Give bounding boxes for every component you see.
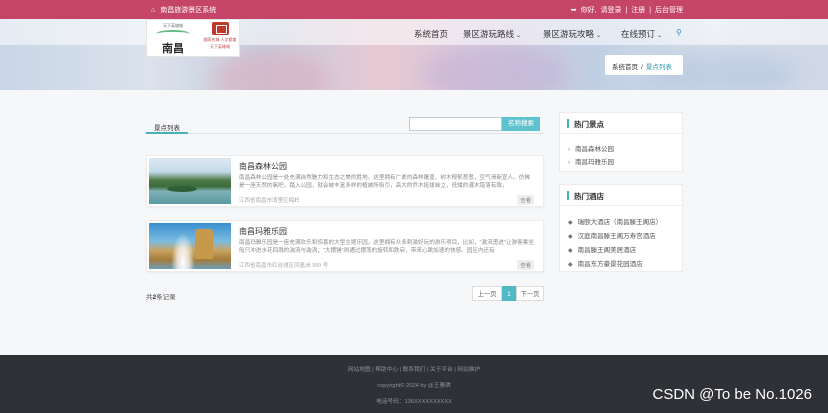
spot-address: 江西省南昌市湾里区梅岭 [239, 198, 300, 204]
mountain-icon [156, 30, 190, 38]
tab-spot-list[interactable]: 景点列表 [146, 115, 188, 134]
hotel-label: 南昌东方豪景花园酒店 [577, 261, 643, 268]
spot-title[interactable]: 南昌玛雅乐园 [239, 226, 287, 237]
chevron-down-icon: ⌄ [657, 33, 663, 39]
site-name: 南昌旅游景区系统 [160, 7, 217, 14]
spot-description: 南昌森林公园是一处充满自然魅力和生态之美的胜地。这里拥有广袤的森林覆盖，树木郁郁… [239, 175, 530, 189]
hot-hotels-panel: 热门酒店 ◆ 瑞颐大酒店（南昌滕王阁店） ◆ 汉庭南昌滕王阁万寿宫酒店 ◆ 南昌滕王阁… [559, 184, 684, 272]
hotel-label: 南昌滕王阁美居酒店 [577, 247, 637, 254]
hot-spot-link[interactable]: › 南昌玛雅乐园 [568, 156, 614, 166]
chevron-down-icon: ⌄ [596, 33, 602, 39]
spot-thumbnail[interactable] [149, 158, 231, 204]
hotel-link[interactable]: ◆ 瑞颐大酒店（南昌滕王阁店） [568, 216, 662, 226]
separator: | [625, 7, 628, 14]
home-icon: ⌂ [151, 7, 156, 14]
footer: 网站地图 | 帮助中心 | 联系我们 | 关于平台 | 网站维护 copyrig… [0, 355, 828, 413]
nav-item-booking[interactable]: 在线预订 ⌄ [621, 28, 662, 40]
nav-label: 景区游玩攻略 [543, 29, 595, 39]
hot-spot-label: 南昌森林公园 [575, 146, 614, 153]
spot-description: 南昌玛雅乐园是一座充满欢乐和惊喜的大型主题乐园。这里拥有众多刺激好玩的游乐项目，… [239, 240, 534, 254]
tag-icon: ◆ [568, 262, 573, 268]
footer-links[interactable]: 网站地图 | 帮助中心 | 联系我们 | 关于平台 | 网站维护 [0, 364, 828, 373]
tag-icon: ◆ [568, 234, 573, 240]
chevron-down-icon: ⌄ [516, 33, 522, 39]
list-tabs: 景点列表 名称搜索 [146, 115, 544, 134]
hot-hotels-header: 热门酒店 [560, 185, 684, 206]
tag-icon: ◆ [568, 220, 573, 226]
separator: | [649, 7, 652, 14]
prev-page-button[interactable]: 上一页 [472, 286, 502, 301]
site-logo[interactable]: 天下英雄城 南昌 國家名城 人文都會 天下英雄城 [146, 19, 240, 57]
spot-thumbnail[interactable] [149, 223, 231, 269]
hotel-label: 瑞颐大酒店（南昌滕王阁店） [577, 219, 663, 226]
top-bar: ⌂ 南昌旅游景区系统 ➥ 你好, 请登录 | 注册 | 后台管理 [0, 0, 828, 19]
panel-title: 热门景点 [574, 120, 604, 129]
logo-line3: 國家名城 人文都會 [203, 37, 237, 42]
hotel-label: 汉庭南昌滕王阁万寿宫酒店 [577, 233, 656, 240]
spot-address: 江西省南昌市红谷滩区凤凰洲 999 号 [239, 263, 329, 269]
nav-label: 在线预订 [621, 29, 656, 39]
statue-shape [195, 229, 213, 259]
greeting-text: 你好, [580, 7, 597, 14]
nav-item-home[interactable]: 系统首页 [414, 28, 448, 40]
user-icon: ➥ [570, 7, 577, 14]
count-suffix: 条记录 [156, 294, 176, 301]
hotel-link[interactable]: ◆ 南昌滕王阁美居酒店 [568, 244, 636, 254]
tag-icon: ◆ [568, 248, 573, 254]
search-input[interactable] [409, 117, 502, 131]
panel-title: 热门酒店 [574, 192, 604, 201]
breadcrumb-separator: / [641, 64, 643, 71]
hot-spots-header: 热门景点 [560, 113, 684, 134]
logo-city-mark: 天下英雄城 南昌 [151, 23, 195, 55]
admin-link[interactable]: 后台管理 [655, 7, 683, 14]
chevron-right-icon: › [568, 147, 570, 153]
spot-title[interactable]: 南昌森林公园 [239, 161, 287, 172]
hot-spots-panel: 热门景点 › 南昌森林公园 › 南昌玛雅乐园 [559, 112, 684, 172]
page-1-button[interactable]: 1 [502, 286, 516, 301]
hot-spot-link[interactable]: › 南昌森林公园 [568, 143, 614, 153]
nav-label: 系统首页 [414, 29, 449, 39]
accent-bar [567, 191, 569, 200]
header-banner: 天下英雄城 南昌 國家名城 人文都會 天下英雄城 系统首页 景区游玩路线 ⌄ 景区… [0, 19, 828, 90]
fountain-shape [171, 233, 195, 269]
view-badge[interactable]: 查看 [517, 260, 534, 270]
logo-line4: 天下英雄城 [210, 44, 230, 49]
login-link[interactable]: 请登录 [601, 7, 622, 14]
watermark: CSDN @To be No.1026 [652, 386, 812, 403]
nav-label: 景区游玩路线 [463, 29, 515, 39]
banner-decoration [420, 44, 570, 90]
hot-spot-label: 南昌玛雅乐园 [575, 159, 614, 166]
logo-seal-mark: 國家名城 人文都會 天下英雄城 [202, 22, 238, 55]
logo-line1: 天下英雄城 [163, 23, 183, 28]
register-link[interactable]: 注册 [631, 7, 645, 14]
site-home-link[interactable]: ⌂ 南昌旅游景区系统 [151, 5, 216, 15]
list-item[interactable]: 南昌玛雅乐园 南昌玛雅乐园是一座充满欢乐和惊喜的大型主题乐园。这里拥有众多刺激好… [146, 220, 544, 272]
list-item[interactable]: 南昌森林公园 南昌森林公园是一处充满自然魅力和生态之美的胜地。这里拥有广袤的森林… [146, 155, 544, 207]
hotel-link[interactable]: ◆ 南昌东方豪景花园酒店 [568, 258, 643, 268]
view-badge[interactable]: 查看 [517, 195, 534, 205]
search-icon[interactable]: ⚲ [676, 28, 682, 37]
logo-line2: 南昌 [162, 42, 184, 55]
breadcrumb-current: 景点列表 [645, 64, 672, 71]
chevron-right-icon: › [568, 160, 570, 166]
island-shape [167, 186, 197, 192]
main-content: 景点列表 名称搜索 南昌森林公园 南昌森林公园是一处充满自然魅力和生态之美的胜地… [0, 90, 828, 355]
nav-item-routes[interactable]: 景区游玩路线 ⌄ [463, 28, 521, 40]
breadcrumb-home[interactable]: 系统首页 [612, 64, 638, 71]
accent-bar [567, 119, 569, 128]
seal-icon [211, 22, 229, 35]
next-page-button[interactable]: 下一页 [516, 286, 544, 301]
breadcrumb: 系统首页 / 景点列表 [605, 55, 683, 75]
user-links: ➥ 你好, 请登录 | 注册 | 后台管理 [569, 5, 683, 15]
search-button[interactable]: 名称搜索 [502, 117, 540, 131]
record-count: 共2条记录 [146, 291, 176, 301]
nav-item-guides[interactable]: 景区游玩攻略 ⌄ [543, 28, 601, 40]
hotel-link[interactable]: ◆ 汉庭南昌滕王阁万寿宫酒店 [568, 230, 656, 240]
